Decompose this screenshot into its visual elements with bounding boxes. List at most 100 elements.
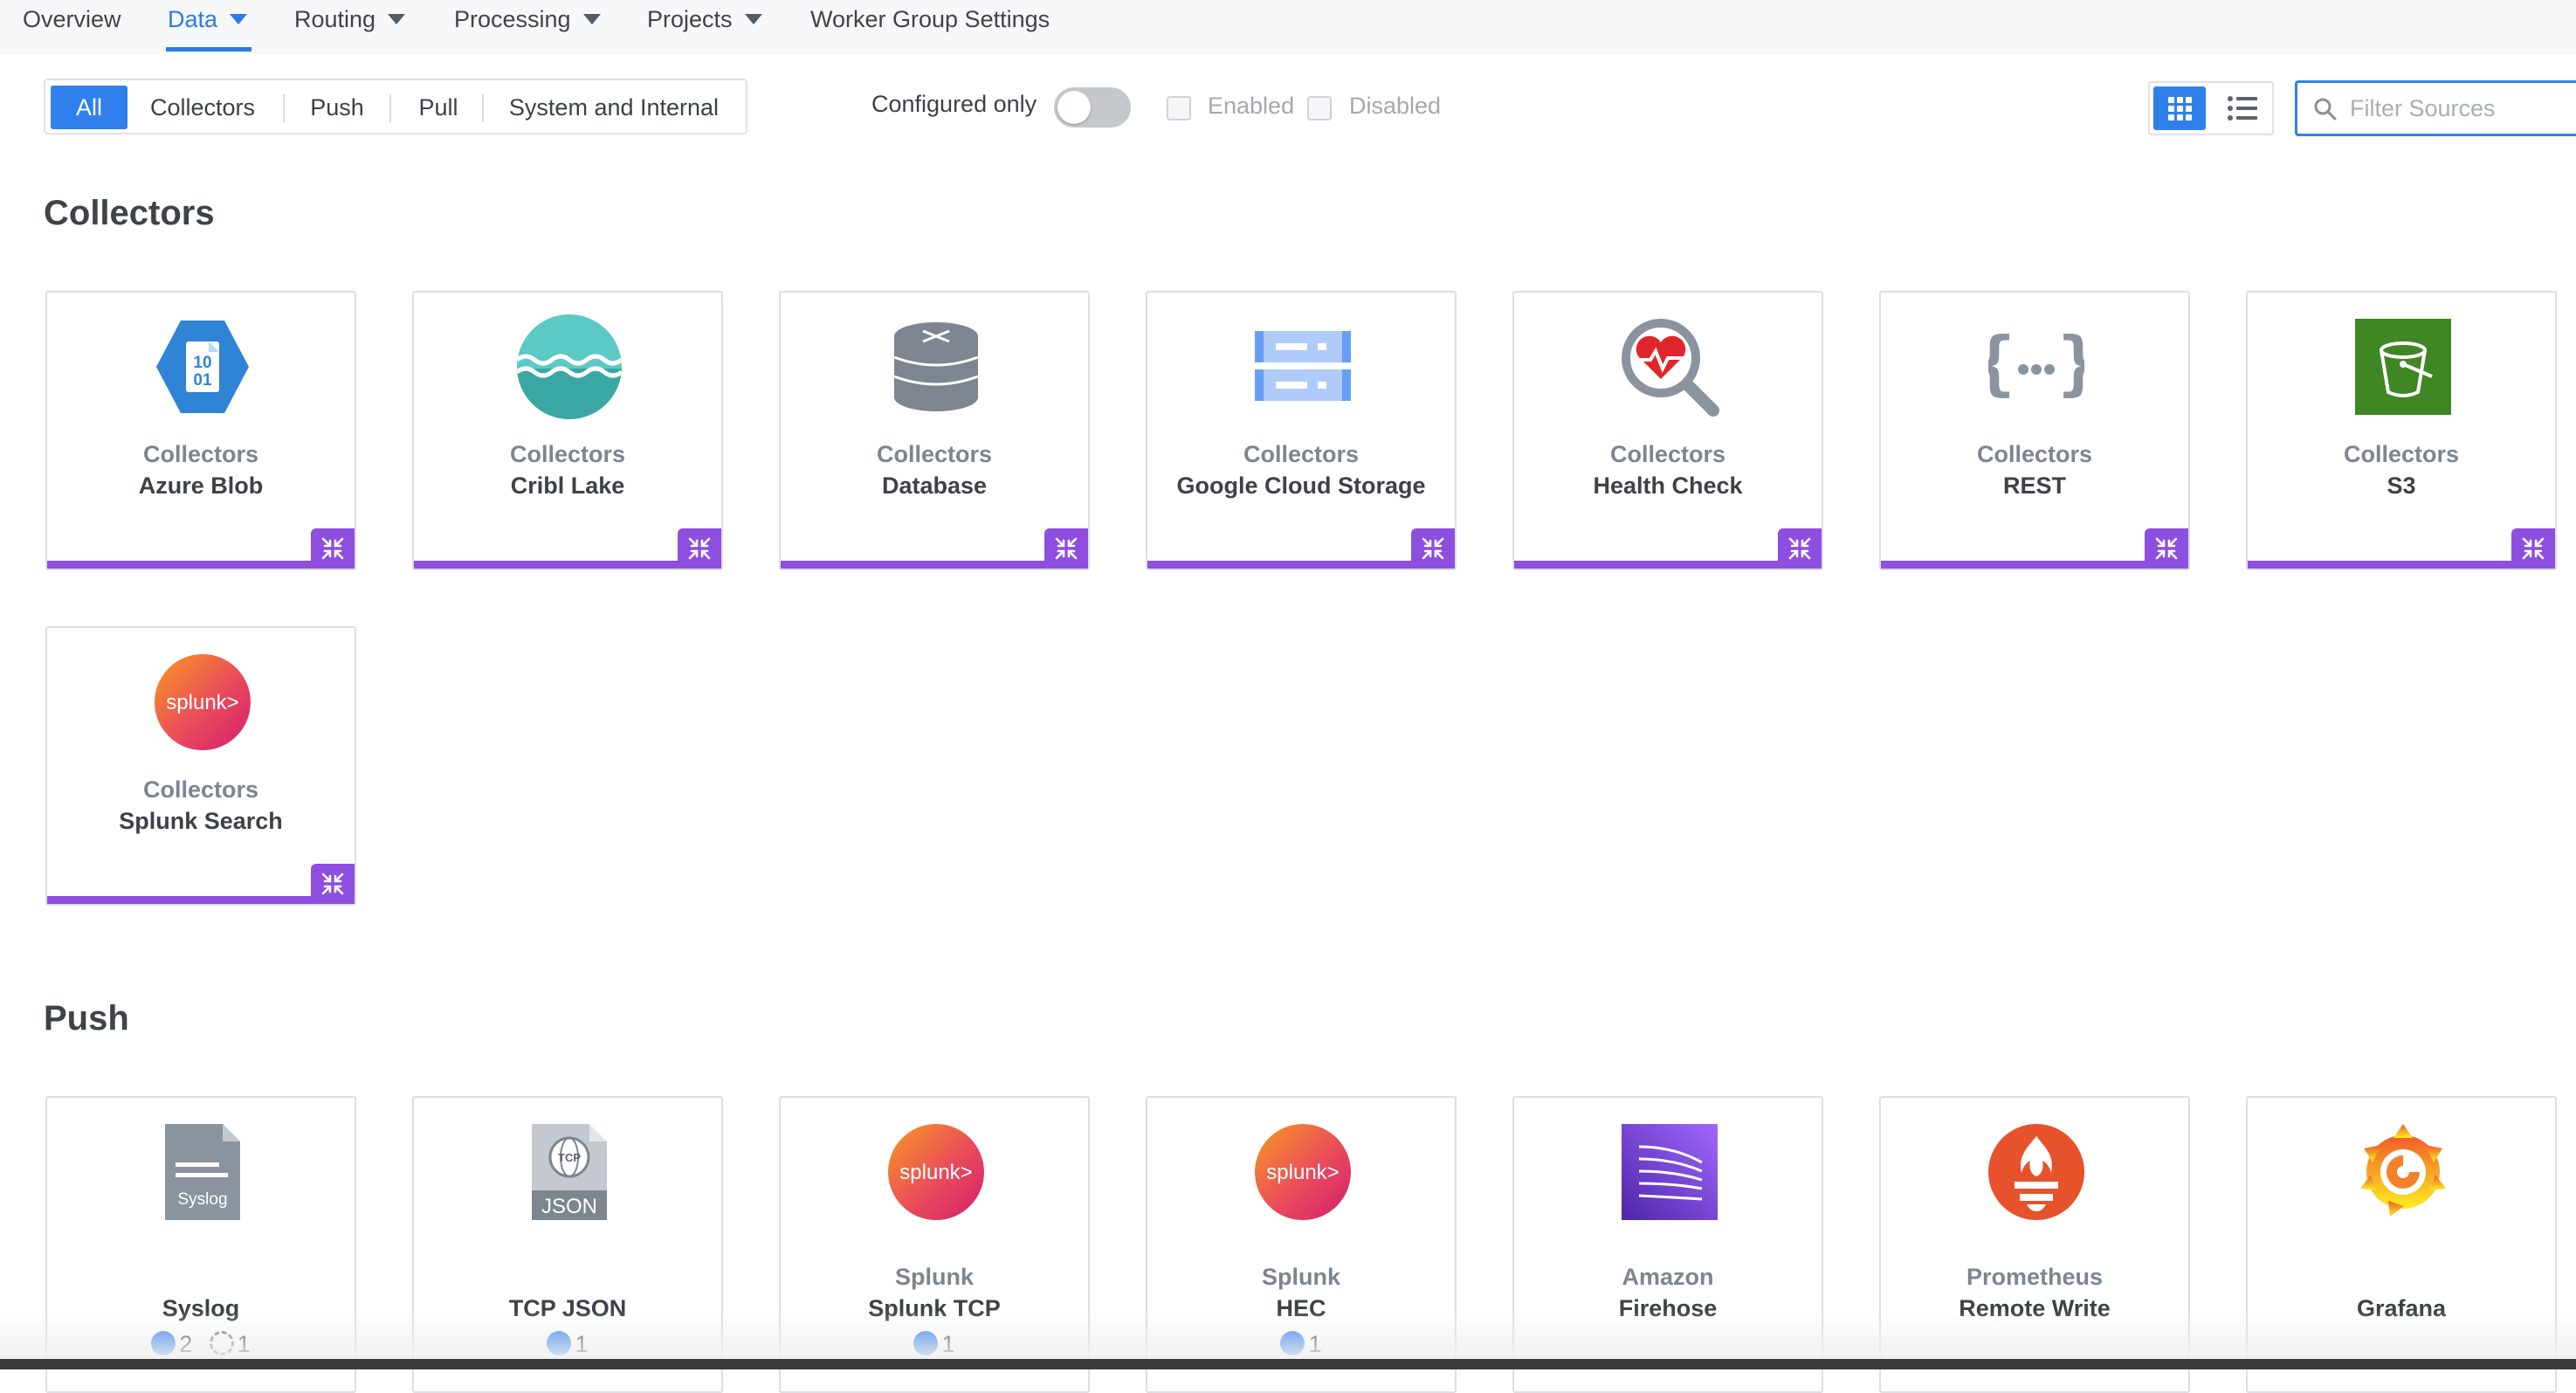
collector-bar	[1881, 561, 2188, 569]
enabled-checkbox[interactable]	[1167, 96, 1191, 121]
svg-text:10: 10	[193, 354, 211, 372]
tcp-logo-text: TCP	[558, 1151, 581, 1164]
tcp-json-icon: TCP JSON	[532, 1124, 607, 1220]
collector-bar	[414, 561, 721, 569]
divider	[482, 94, 484, 122]
collapse-arrows-icon	[1788, 537, 1811, 560]
collector-bar	[47, 896, 355, 904]
collector-bar	[1514, 561, 1822, 569]
view-mode-toggle	[2148, 81, 2274, 135]
search-icon	[2314, 98, 2337, 121]
card-category: Collectors	[142, 776, 259, 803]
card-name: Health Check	[1593, 472, 1743, 499]
scroll-fade	[0, 1310, 2576, 1359]
enabled-label: Enabled	[1208, 93, 1295, 119]
divider	[389, 94, 391, 122]
card-category: Collectors	[2343, 441, 2460, 467]
nav-worker-group-settings[interactable]: Worker Group Settings	[810, 0, 1050, 38]
collector-badge	[678, 528, 721, 569]
health-check-icon	[1622, 319, 1719, 417]
filter-sources-input[interactable]: Filter Sources	[2295, 80, 2576, 136]
nav-data[interactable]: Data	[168, 0, 248, 38]
collapse-arrows-icon	[1422, 537, 1444, 560]
rest-icon: { }	[1988, 322, 2084, 403]
nav-projects-label: Projects	[647, 6, 733, 32]
collector-badge	[311, 864, 355, 904]
search-placeholder: Filter Sources	[2350, 95, 2496, 121]
card-category: Collectors	[876, 441, 993, 467]
filter-pull-button[interactable]: Pull	[403, 86, 473, 129]
collapse-arrows-icon	[2155, 537, 2178, 560]
card-name: Splunk Search	[119, 808, 283, 834]
collector-badge	[2145, 528, 2188, 569]
source-card-azure-blob[interactable]: 10 01 Collectors Azure Blob	[45, 291, 356, 570]
source-card-health-check[interactable]: Collectors Health Check	[1512, 291, 1823, 570]
source-card-rest[interactable]: { } Collectors REST	[1879, 291, 2190, 570]
cribl-lake-icon	[517, 314, 622, 419]
collector-bar	[781, 561, 1088, 569]
collapse-arrows-icon	[321, 872, 344, 895]
source-type-filter: All Collectors Push Pull System and Inte…	[44, 79, 747, 134]
nav-processing[interactable]: Processing	[454, 0, 601, 38]
top-navigation: Overview Data Routing Processing Project…	[0, 0, 2576, 53]
list-view-button[interactable]	[2216, 86, 2269, 130]
azure-blob-icon: 10 01	[156, 321, 249, 413]
nav-routing-label: Routing	[294, 6, 376, 32]
card-category: Collectors	[509, 441, 626, 467]
card-category: Collectors	[142, 441, 259, 467]
svg-text:{ }: { }	[1988, 322, 2084, 403]
splunk-icon: splunk>	[1255, 1124, 1351, 1220]
collapse-arrows-icon	[2522, 537, 2545, 560]
source-card-s3[interactable]: Collectors S3	[2246, 291, 2557, 570]
filter-all-button[interactable]: All	[51, 86, 127, 129]
amazon-firehose-icon	[1622, 1124, 1718, 1220]
collector-badge	[1778, 528, 1822, 569]
syslog-icon: Syslog	[165, 1124, 240, 1220]
filter-system-internal-button[interactable]: System and Internal	[499, 86, 728, 129]
splunk-logo-text: splunk>	[899, 1161, 972, 1184]
source-card-google-cloud-storage[interactable]: Collectors Google Cloud Storage	[1146, 291, 1457, 570]
syslog-logo-text: Syslog	[177, 1190, 227, 1209]
filter-push-button[interactable]: Push	[299, 86, 375, 129]
card-name: Google Cloud Storage	[1176, 472, 1426, 499]
card-category: Splunk	[894, 1264, 974, 1290]
prometheus-icon	[1988, 1124, 2084, 1220]
nav-overview[interactable]: Overview	[23, 0, 121, 38]
splunk-logo-text: splunk>	[166, 691, 238, 714]
section-title-collectors: Collectors	[44, 194, 215, 232]
splunk-logo-text: splunk>	[1266, 1161, 1339, 1184]
configured-only-toggle[interactable]	[1054, 87, 1131, 128]
collapse-arrows-icon	[321, 537, 344, 560]
card-name: REST	[2002, 472, 2066, 499]
nav-projects[interactable]: Projects	[647, 0, 762, 38]
collector-badge	[2511, 528, 2555, 569]
chevron-down-icon	[744, 13, 762, 24]
s3-bucket-icon	[2355, 319, 2451, 415]
grafana-icon	[2360, 1124, 2446, 1217]
card-category: Splunk	[1261, 1264, 1340, 1290]
chevron-down-icon	[388, 13, 406, 24]
source-card-cribl-lake[interactable]: Collectors Cribl Lake	[412, 291, 723, 570]
chevron-down-icon	[230, 13, 248, 24]
database-icon	[893, 322, 979, 411]
nav-data-label: Data	[168, 6, 218, 32]
card-category: Collectors	[1976, 441, 2093, 467]
card-name: Database	[881, 472, 988, 499]
filter-collectors-button[interactable]: Collectors	[141, 86, 264, 129]
list-icon	[2228, 96, 2257, 121]
card-name: S3	[2387, 472, 2416, 499]
window-bottom-edge	[0, 1359, 2576, 1369]
collector-badge	[1411, 528, 1455, 569]
grid-view-button[interactable]	[2153, 86, 2206, 130]
collector-bar	[47, 561, 355, 569]
toggle-knob	[1057, 91, 1091, 124]
google-cloud-storage-icon	[1255, 331, 1351, 401]
source-card-splunk-search[interactable]: splunk> Collectors Splunk Search	[45, 626, 356, 906]
card-name: Cribl Lake	[510, 472, 625, 499]
disabled-checkbox[interactable]	[1307, 96, 1332, 121]
card-name: Azure Blob	[138, 472, 264, 499]
card-category: Collectors	[1609, 441, 1726, 467]
section-title-push: Push	[44, 999, 129, 1038]
nav-routing[interactable]: Routing	[294, 0, 406, 38]
source-card-database[interactable]: Collectors Database	[779, 291, 1090, 570]
